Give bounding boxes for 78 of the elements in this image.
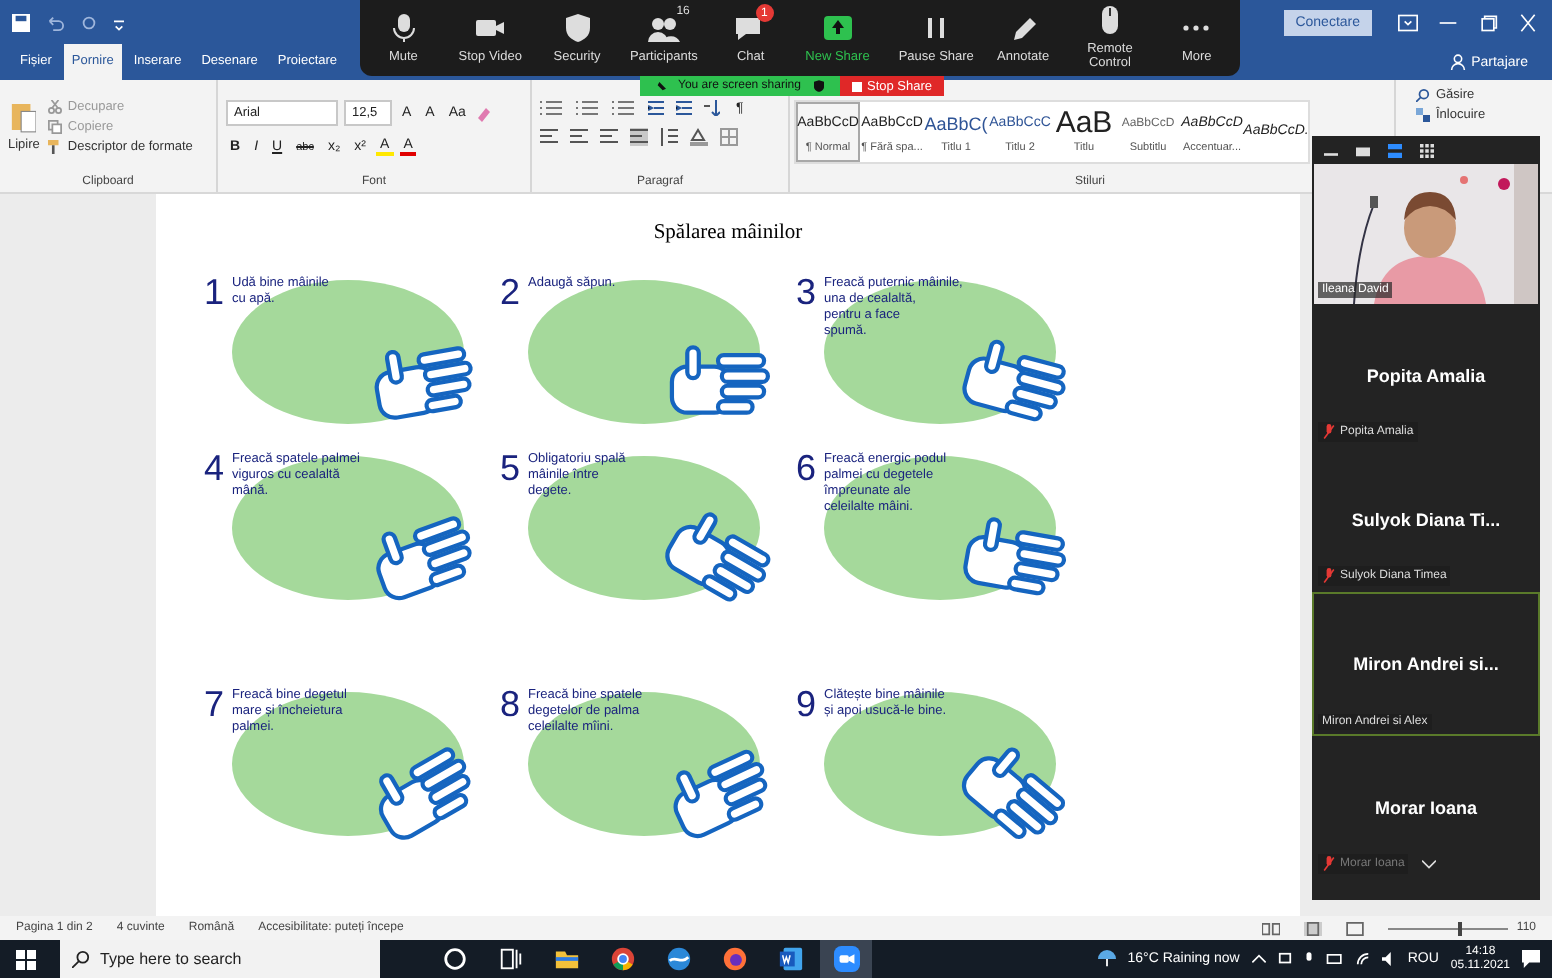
circle-icon [441,946,467,972]
hands-drawing [660,508,776,604]
align-icon[interactable] [600,128,618,146]
folder-icon [553,946,579,972]
umbrella-icon [1097,950,1116,968]
share-icon [821,13,854,41]
shading-icon[interactable] [690,128,708,146]
step-number: 1 [204,272,225,312]
step-number: 9 [796,684,817,724]
brush-icon [47,140,62,154]
participant-name: Morar Ioana [1374,798,1477,818]
replace-icon [1416,108,1430,122]
step-number: 3 [796,272,817,312]
undo-icon[interactable] [46,13,64,31]
step-number: 4 [204,448,225,488]
step-number: 2 [500,272,521,312]
participant-name: Popita Amalia [1366,366,1486,386]
line-spacing-icon[interactable] [660,128,678,146]
print-layout-icon[interactable] [1304,921,1323,935]
read-mode-icon[interactable] [1262,921,1281,935]
windows-icon[interactable] [16,949,36,969]
task-view-icon [497,946,523,972]
camera-icon [833,946,859,972]
step-number: 8 [500,684,521,724]
people-icon [647,13,680,41]
muted-mic-icon [1322,856,1336,872]
muted-mic-icon [1322,424,1336,440]
borders-icon[interactable] [720,128,738,146]
copy-icon [47,120,62,134]
microphone-icon[interactable] [1303,952,1314,966]
align-icon[interactable] [630,128,648,146]
thumbnail-view-icon[interactable] [1356,143,1370,157]
word-icon [777,946,803,972]
scissors-icon [47,100,62,114]
speaker-icon[interactable] [1381,952,1396,966]
list-icon[interactable] [576,100,600,116]
search-icon [1416,88,1430,102]
list-icon[interactable] [540,100,564,116]
muted-mic-icon [1322,568,1336,584]
caret-up-icon[interactable] [1251,954,1266,964]
shield-icon [813,80,823,92]
slider-thumb[interactable] [1458,921,1463,935]
battery-icon[interactable] [1325,954,1344,964]
chrome-icon [609,946,635,972]
save-icon[interactable] [12,13,30,31]
sort-icon[interactable] [704,100,720,116]
web-layout-icon[interactable] [1346,921,1365,935]
close-icon[interactable] [1518,13,1538,31]
notifications-icon[interactable] [1522,950,1540,968]
pin-icon [656,81,666,91]
document-title: Spălarea mâinilor [653,222,803,244]
speaker-view-icon[interactable] [1388,143,1402,157]
participant-name: Sulyok Diana Ti... [1351,510,1501,530]
indent-icon[interactable] [648,100,664,116]
shield-icon [561,13,594,41]
wifi-icon[interactable] [1355,952,1370,966]
step-number: 6 [796,448,817,488]
search-field[interactable]: Type here to search [60,940,380,978]
wave-icon [665,946,691,972]
participant-name: Miron Andrei si... [1353,654,1499,674]
list-icon[interactable] [612,100,636,116]
clipboard-icon [10,100,37,134]
search-icon [72,950,90,968]
indent-icon[interactable] [676,100,692,116]
network-icon[interactable] [1277,952,1292,966]
restore-icon[interactable] [1478,13,1498,31]
stop-icon [851,81,861,91]
taskbar-app[interactable] [820,940,872,978]
ribbon-options-icon[interactable] [1398,13,1418,31]
chevron-down-icon[interactable] [1422,860,1436,870]
grid-view-icon[interactable] [1420,143,1434,157]
align-icon[interactable] [570,128,588,146]
align-icon[interactable] [540,128,558,146]
step-number: 7 [204,684,225,724]
firefox-icon [721,946,747,972]
person-icon [1449,54,1466,70]
step-number: 5 [500,448,521,488]
microphone-icon [387,13,420,41]
